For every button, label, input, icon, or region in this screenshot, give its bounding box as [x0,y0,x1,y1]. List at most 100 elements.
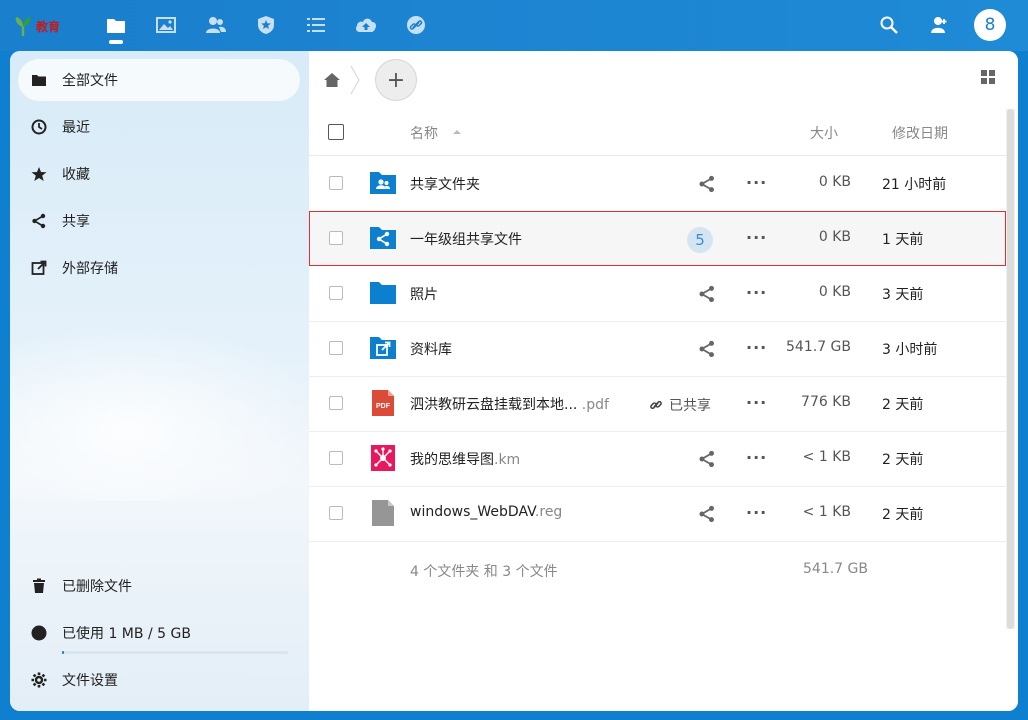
file-row[interactable]: 一年级组共享文件 5 ··· 0 KB 1 天前 [309,211,1006,266]
more-actions-icon[interactable]: ··· [746,505,766,523]
share-count-badge: 5 [687,227,713,253]
search-button[interactable] [878,14,900,36]
sidebar-item-shared[interactable]: 共享 [18,200,300,242]
top-bar: 教育 8 [0,0,1028,51]
file-list-header: 名称 大小 修改日期 [309,109,1006,156]
photos-app-button[interactable] [155,14,177,36]
quota-progress-fill [62,651,65,654]
shared-status[interactable]: 已共享 [649,395,711,415]
user-avatar[interactable]: 8 [974,9,1006,41]
mindmap-file-icon [371,445,395,471]
photos-icon [156,17,176,33]
new-button[interactable]: + [375,59,417,101]
sidebar-item-settings[interactable]: 文件设置 [18,659,300,701]
file-row[interactable]: 照片 ··· 0 KB 3 天前 [309,266,1006,322]
more-actions-icon[interactable]: ··· [746,340,766,358]
sort-by-name[interactable]: 名称 [410,123,438,143]
shared-folder-icon [370,172,396,194]
summary-count: 4 个文件夹 和 3 个文件 [410,564,558,580]
row-checkbox[interactable] [329,506,343,520]
row-checkbox[interactable] [329,396,343,410]
file-name[interactable]: 共享文件夹 [410,174,480,194]
trash-icon [30,577,48,595]
row-checkbox[interactable] [329,176,343,190]
scrollbar[interactable] [1006,109,1015,629]
sidebar-item-recent[interactable]: 最近 [18,106,300,148]
file-name[interactable]: 泗洪教研云盘挂载到本地... .pdf [410,394,609,414]
file-modified: 2 天前 [882,397,924,413]
file-name[interactable]: 一年级组共享文件 [410,229,522,249]
files-window: 全部文件 最近 收藏 共享 外部存储 已删除文件 已使用 1 MB / 5 GB [10,51,1018,711]
file-size: 0 KB [818,229,851,245]
links-app-button[interactable] [405,14,427,36]
sort-by-size[interactable]: 大小 [810,123,838,143]
file-row[interactable]: PDF 泗洪教研云盘挂载到本地... .pdf 已共享 ··· 776 KB 2… [309,376,1006,432]
share-icon[interactable] [698,450,716,468]
file-row[interactable]: 资料库 ··· 541.7 GB 3 小时前 [309,321,1006,377]
file-name[interactable]: 资料库 [410,339,452,359]
sort-by-modified[interactable]: 修改日期 [892,123,948,143]
file-modified: 21 小时前 [882,177,947,193]
sidebar-item-all-files[interactable]: 全部文件 [18,59,300,101]
file-row[interactable]: 共享文件夹 ··· 0 KB 21 小时前 [309,156,1006,212]
file-name[interactable]: 照片 [410,284,438,304]
files-icon [107,19,125,33]
shield-icon [258,16,274,34]
row-checkbox[interactable] [329,231,343,245]
row-checkbox[interactable] [329,341,343,355]
row-checkbox[interactable] [329,286,343,300]
leaf-logo-icon [15,17,31,36]
file-modified: 2 天前 [882,452,924,468]
more-actions-icon[interactable]: ··· [746,450,766,468]
contacts-icon [206,17,226,33]
sidebar-item-external-storage[interactable]: 外部存储 [18,247,300,289]
star-icon [30,165,48,183]
sidebar-item-label: 最近 [62,120,90,136]
more-actions-icon[interactable]: ··· [746,395,766,413]
file-row[interactable]: windows_WebDAV.reg ··· < 1 KB 2 天前 [309,486,1006,542]
svg-text:PDF: PDF [376,403,391,410]
sidebar-item-label: 收藏 [62,167,90,183]
sidebar-item-label: 文件设置 [62,673,118,689]
file-size: 541.7 GB [786,339,851,355]
more-actions-icon[interactable]: ··· [746,285,766,303]
sidebar-item-quota[interactable]: 已使用 1 MB / 5 GB [18,612,300,654]
activity-app-button[interactable] [305,14,327,36]
external-link-icon [30,259,48,277]
sidebar-item-favorites[interactable]: 收藏 [18,153,300,195]
more-actions-icon[interactable]: ··· [746,230,766,248]
more-actions-icon[interactable]: ··· [746,175,766,193]
scrollbar-thumb[interactable] [1007,109,1014,629]
security-app-button[interactable] [255,14,277,36]
file-name[interactable]: windows_WebDAV.reg [410,504,562,520]
active-app-indicator [109,40,123,44]
share-folder-icon [370,227,396,249]
sidebar-item-deleted-files[interactable]: 已删除文件 [18,565,300,607]
sort-asc-icon [453,130,461,134]
folder-icon [370,282,396,304]
home-icon[interactable] [323,71,341,89]
contacts-menu-button[interactable] [928,14,950,36]
share-icon[interactable] [698,175,716,193]
shared-status-label: 已共享 [669,398,711,414]
upload-app-button[interactable] [355,14,377,36]
cloud-upload-icon [356,18,376,32]
link-icon [650,400,662,410]
sidebar-item-label: 共享 [62,214,90,230]
row-checkbox[interactable] [329,451,343,465]
pdf-file-icon: PDF [372,390,394,416]
share-icon[interactable] [698,340,716,358]
brand-logo[interactable]: 教育 [14,12,78,40]
file-row[interactable]: 我的思维导图.km ··· < 1 KB 2 天前 [309,431,1006,487]
share-icon[interactable] [698,505,716,523]
search-icon [880,16,898,34]
breadcrumb-separator-icon [350,65,360,95]
sidebar-item-label: 已删除文件 [62,579,132,595]
file-modified: 2 天前 [882,507,924,523]
share-icon[interactable] [698,285,716,303]
contacts-app-button[interactable] [205,14,227,36]
grid-view-icon[interactable] [980,69,996,85]
select-all-checkbox[interactable] [328,124,344,140]
file-name[interactable]: 我的思维导图.km [410,449,520,469]
files-app-button[interactable] [105,14,127,36]
